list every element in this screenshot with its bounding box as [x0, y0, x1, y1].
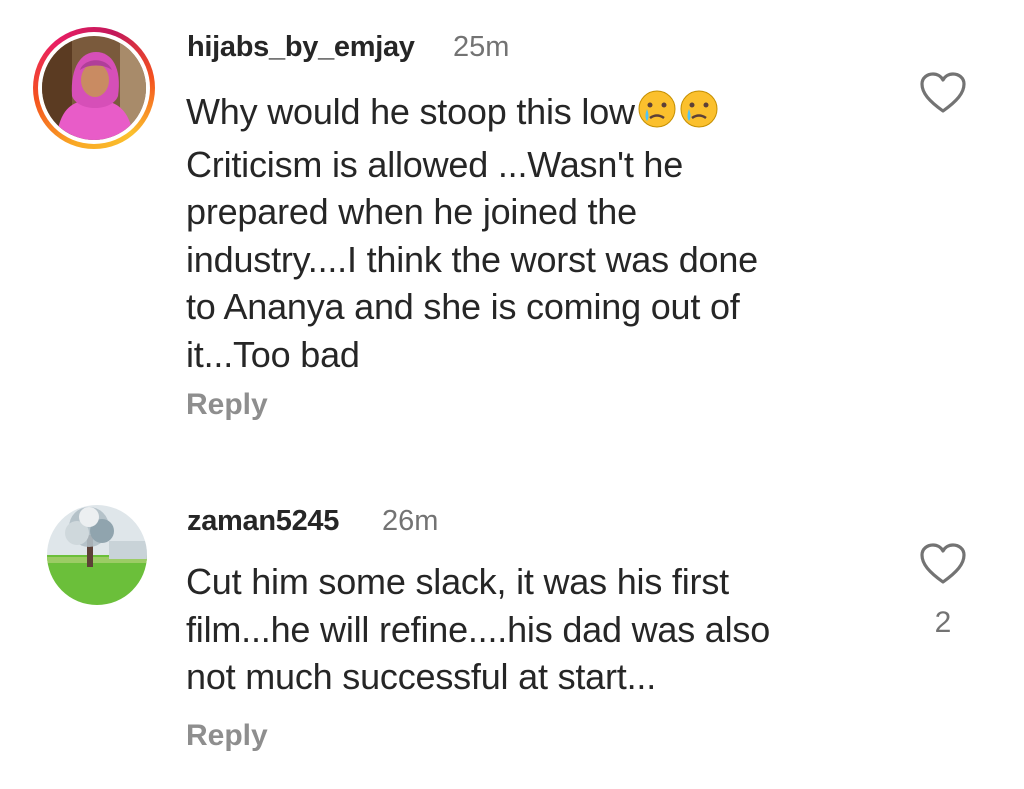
comment-line: to Ananya and she is coming out of	[186, 286, 740, 327]
heart-outline-icon[interactable]	[919, 542, 967, 591]
crying-face-emoji	[637, 89, 677, 141]
reply-button[interactable]: Reply	[186, 719, 268, 753]
comment-line: film...he will refine....his dad was als…	[186, 608, 771, 650]
comment-line: not much successful at start...	[186, 656, 656, 697]
heart-outline-icon[interactable]	[919, 71, 967, 120]
avatar-story-ring[interactable]	[33, 27, 155, 149]
reply-button[interactable]: Reply	[186, 388, 268, 422]
comment-item: zaman5245 26m Cut him some slack, it was…	[0, 470, 1024, 789]
comment-line: Cut him some slack, it was his first	[186, 561, 729, 602]
comment-line: prepared when he joined the	[186, 191, 637, 232]
avatar[interactable]	[47, 505, 147, 605]
comment-line: industry....I think the worst was done	[186, 238, 759, 280]
username[interactable]: zaman5245	[187, 505, 339, 538]
comment-line: Criticism is allowed ...Wasn't he	[186, 143, 684, 185]
comment-item: hijabs_by_emjay 25m Why would he stoop t…	[0, 0, 1024, 470]
timestamp: 26m	[382, 505, 439, 537]
avatar	[42, 36, 146, 140]
comment-text: Why would he stoop this low Criticism is…	[186, 88, 758, 378]
comment-line: Why would he stoop this low	[186, 91, 635, 132]
crying-face-emoji	[679, 89, 719, 141]
comment-text: Cut him some slack, it was his first fil…	[186, 558, 770, 701]
timestamp: 25m	[453, 31, 510, 63]
comment-line: it...Too bad	[186, 333, 360, 375]
username[interactable]: hijabs_by_emjay	[187, 31, 415, 64]
like-count: 2	[934, 606, 952, 639]
